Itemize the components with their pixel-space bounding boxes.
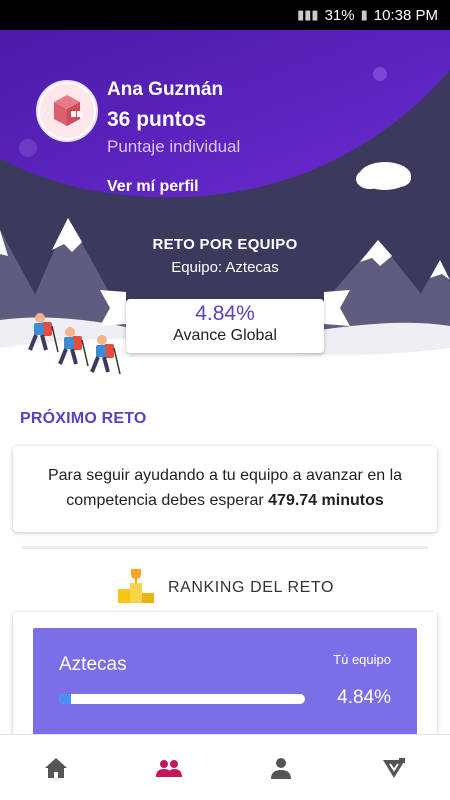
home-icon	[45, 757, 68, 778]
person-icon	[271, 757, 292, 779]
user-points: 36 puntos	[107, 108, 207, 131]
battery-icon: ▮	[360, 7, 368, 22]
avatar-image	[40, 84, 94, 138]
trophy-icon	[116, 565, 156, 610]
next-challenge-card: Para seguir ayudando a tu equipo a avanz…	[13, 446, 437, 532]
clock: 10:38 PM	[373, 6, 438, 24]
challenge-title: RETO POR EQUIPO	[152, 236, 298, 253]
status-bar: ▮▮▮ 31% ▮ 10:38 PM	[0, 0, 450, 30]
score-subtitle: Puntaje individual	[107, 137, 241, 156]
ranking-item[interactable]: Aztecas Tú equipo 4.84%	[33, 628, 417, 748]
view-profile-link[interactable]: Ver mí perfil	[107, 178, 199, 196]
divider	[22, 546, 428, 549]
global-progress-card: 4.84% Avance Global	[126, 299, 324, 353]
avatar[interactable]	[36, 80, 98, 142]
ranking-progress-fill	[59, 694, 71, 704]
signal-icon: ▮▮▮	[297, 7, 319, 22]
your-team-badge: Tú equipo	[333, 652, 391, 667]
bottom-navigation	[0, 734, 450, 800]
user-name: Ana Guzmán	[107, 79, 224, 100]
nav-team[interactable]	[139, 738, 199, 798]
ranking-title: RANKING DEL RETO	[167, 578, 335, 596]
team-name: Equipo: Aztecas	[171, 259, 279, 276]
wait-time: 479.74 minutos	[268, 492, 384, 509]
ranking-team-name: Aztecas	[59, 654, 127, 675]
nav-profile[interactable]	[251, 738, 311, 798]
nav-challenges[interactable]	[364, 738, 424, 798]
global-progress-label: Avance Global	[173, 327, 277, 344]
next-challenge-title: PRÓXIMO RETO	[20, 410, 147, 427]
ranking-progress-bar	[59, 694, 305, 704]
ranking-percent: 4.84%	[337, 687, 391, 708]
ranking-header: RANKING DEL RETO	[0, 565, 450, 610]
mountain-flag-icon	[382, 757, 405, 778]
team-icon	[155, 759, 182, 777]
hero-banner: Ana Guzmán 36 puntos Puntaje individual …	[0, 30, 450, 390]
battery-level: 31%	[324, 6, 355, 24]
nav-home[interactable]	[26, 738, 86, 798]
global-progress-value: 4.84%	[195, 302, 255, 325]
